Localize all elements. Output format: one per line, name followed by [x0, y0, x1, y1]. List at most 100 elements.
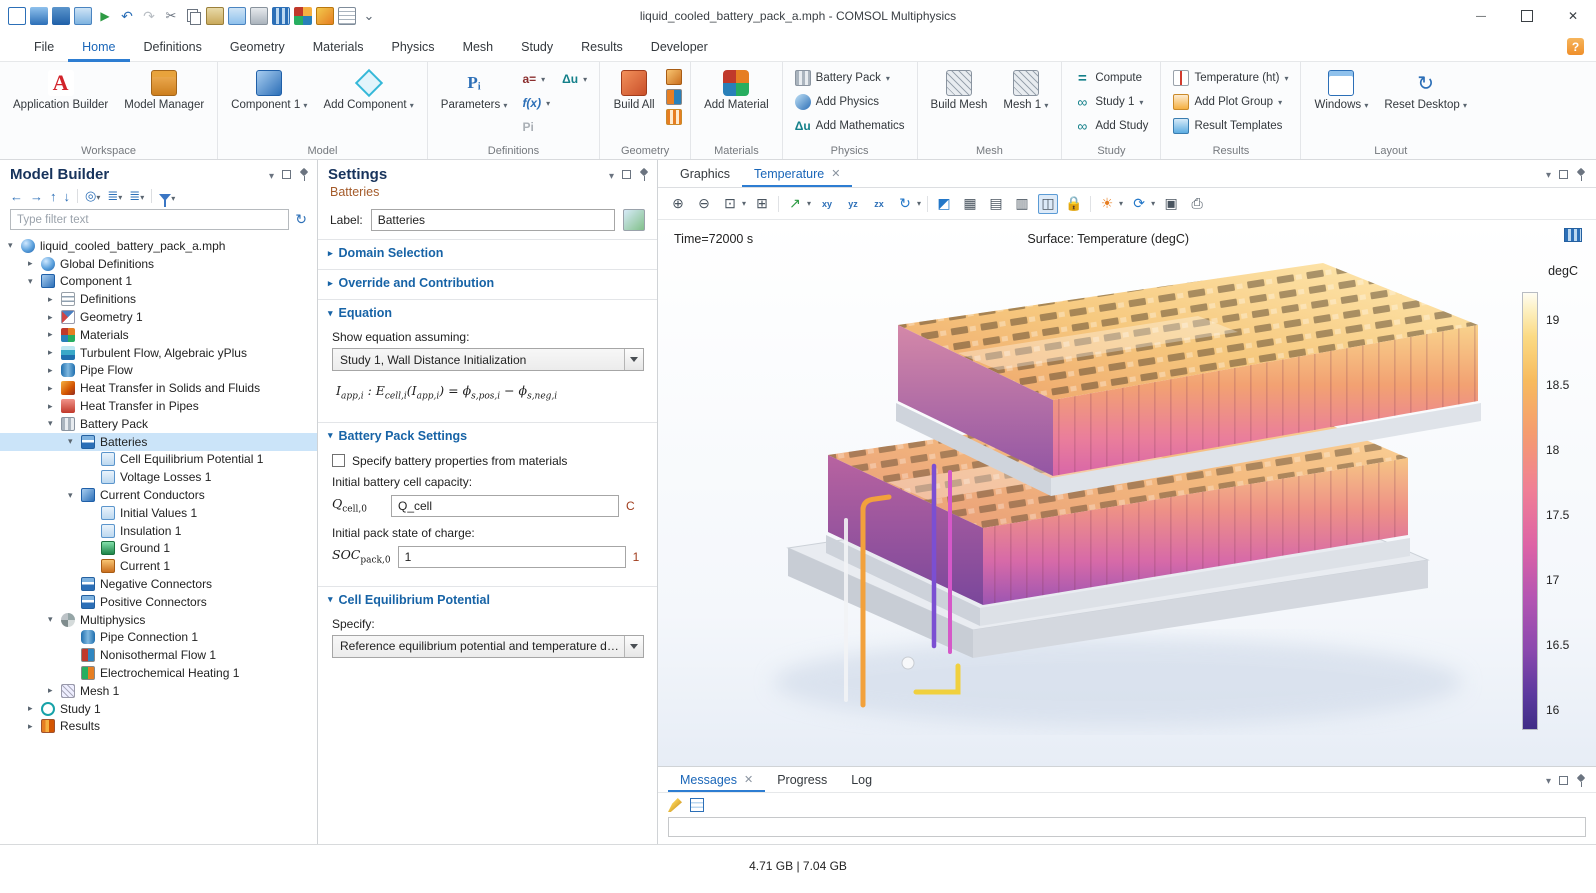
- save-as-icon[interactable]: [74, 7, 92, 25]
- maximize-button[interactable]: [1504, 0, 1550, 32]
- tree-item-ground-1[interactable]: Ground 1: [0, 540, 317, 558]
- table-annotation-icon[interactable]: ▦: [960, 194, 980, 214]
- insert-sequence-icon[interactable]: [666, 69, 682, 85]
- chevron-down-icon[interactable]: [1546, 167, 1551, 181]
- menu-definitions[interactable]: Definitions: [130, 32, 216, 62]
- reset-desktop-button[interactable]: Reset Desktop ▾: [1379, 67, 1472, 115]
- pin-icon[interactable]: [1576, 168, 1586, 181]
- caret-icon[interactable]: [48, 294, 61, 305]
- close-tab-icon[interactable]: ✕: [831, 167, 840, 180]
- tab-progress[interactable]: Progress: [765, 767, 839, 792]
- caret-icon[interactable]: [68, 436, 81, 447]
- help-icon[interactable]: [1567, 38, 1584, 55]
- tree-item-heat-transfer-solids-fluids[interactable]: Heat Transfer in Solids and Fluids: [0, 379, 317, 397]
- pin-icon[interactable]: [1576, 774, 1586, 787]
- add-plot-group-button[interactable]: Add Plot Group▾: [1169, 91, 1292, 113]
- build-mesh-button[interactable]: Build Mesh: [926, 67, 993, 115]
- add-physics-button[interactable]: Add Physics: [791, 91, 909, 113]
- import-geometry-icon[interactable]: [666, 89, 682, 105]
- tree-item-definitions[interactable]: Definitions: [0, 290, 317, 308]
- show-options-icon[interactable]: ◎▾: [85, 188, 100, 204]
- tree-item-current-conductors[interactable]: Current Conductors: [0, 486, 317, 504]
- menu-physics[interactable]: Physics: [377, 32, 448, 62]
- variables-button[interactable]: a=▾: [518, 68, 554, 90]
- caret-icon[interactable]: [48, 685, 61, 696]
- menu-file[interactable]: File: [20, 32, 68, 62]
- tree-item-multiphysics[interactable]: Multiphysics: [0, 611, 317, 629]
- copy-icon[interactable]: [184, 7, 202, 25]
- chevron-down-icon[interactable]: ▾: [917, 199, 921, 208]
- material-library-icon[interactable]: [294, 7, 312, 25]
- caret-icon[interactable]: [48, 365, 61, 376]
- view-yz-icon[interactable]: yz: [843, 194, 863, 214]
- variable-utilities-button[interactable]: Δu▾: [558, 68, 591, 90]
- zoom-extents-icon[interactable]: ⊞: [752, 194, 772, 214]
- add-mathematics-button[interactable]: ΔuAdd Mathematics: [791, 115, 909, 137]
- tree-item-initial-values-1[interactable]: Initial Values 1: [0, 504, 317, 522]
- customize-quick-access-icon[interactable]: [360, 7, 378, 25]
- tree-item-negative-connectors[interactable]: Negative Connectors: [0, 575, 317, 593]
- float-window-icon[interactable]: [622, 170, 631, 179]
- functions-button[interactable]: f(x)▾: [518, 92, 554, 114]
- add-study-button[interactable]: Add Study: [1070, 115, 1152, 137]
- specify-properties-checkbox[interactable]: [332, 454, 345, 467]
- messages-list[interactable]: [668, 817, 1586, 837]
- parameters-button[interactable]: Parameters ▾: [436, 67, 513, 115]
- tree-item-insulation-1[interactable]: Insulation 1: [0, 522, 317, 540]
- float-window-icon[interactable]: [282, 170, 291, 179]
- lock-axes-icon[interactable]: 🔒: [1064, 194, 1084, 214]
- new-file-icon[interactable]: [8, 7, 26, 25]
- cut-icon[interactable]: [162, 7, 180, 25]
- float-window-icon[interactable]: [1559, 170, 1568, 179]
- caret-icon[interactable]: [28, 276, 41, 287]
- print-icon[interactable]: ⎙: [1187, 194, 1207, 214]
- build-all-button[interactable]: Build All: [608, 67, 660, 115]
- scene-light-icon[interactable]: ☀: [1097, 194, 1117, 214]
- soc-input[interactable]: [398, 546, 626, 568]
- add-component-button[interactable]: Add Component ▾: [318, 67, 418, 115]
- tree-item-results[interactable]: Results: [0, 718, 317, 736]
- tree-item-geometry-1[interactable]: Geometry 1: [0, 308, 317, 326]
- zoom-in-icon[interactable]: ⊕: [668, 194, 688, 214]
- view-zx-icon[interactable]: zx: [869, 194, 889, 214]
- undo-icon[interactable]: [118, 7, 136, 25]
- delete-icon[interactable]: [250, 7, 268, 25]
- windows-button[interactable]: Windows ▾: [1309, 67, 1373, 115]
- select-box-icon[interactable]: ◫: [1038, 194, 1058, 214]
- chevron-down-icon[interactable]: [609, 168, 614, 182]
- battery-pack-3d-render[interactable]: [658, 220, 1596, 766]
- model-manager-button[interactable]: Model Manager: [119, 67, 209, 115]
- mesh-1-button[interactable]: Mesh 1 ▾: [998, 67, 1053, 115]
- tree-item-heat-transfer-pipes[interactable]: Heat Transfer in Pipes: [0, 397, 317, 415]
- close-button[interactable]: [1550, 0, 1596, 32]
- transparency-icon[interactable]: ◩: [934, 194, 954, 214]
- graphics-canvas[interactable]: Time=72000 s Surface: Temperature (degC)…: [658, 220, 1596, 766]
- menu-results[interactable]: Results: [567, 32, 637, 62]
- compute-button[interactable]: Compute: [1070, 67, 1152, 89]
- specify-dropdown[interactable]: Reference equilibrium potential and temp…: [332, 635, 644, 658]
- tree-item-positive-connectors[interactable]: Positive Connectors: [0, 593, 317, 611]
- data-view-icon[interactable]: ▥: [1012, 194, 1032, 214]
- menu-geometry[interactable]: Geometry: [216, 32, 299, 62]
- open-file-icon[interactable]: [30, 7, 48, 25]
- forward-arrow-icon[interactable]: →: [30, 189, 43, 204]
- image-snapshot-icon[interactable]: ▣: [1161, 194, 1181, 214]
- plot-properties-icon[interactable]: [1564, 228, 1582, 242]
- view-xy-icon[interactable]: xy: [817, 194, 837, 214]
- label-field-input[interactable]: [371, 209, 616, 231]
- tree-item-root[interactable]: liquid_cooled_battery_pack_a.mph: [0, 237, 317, 255]
- settings-grid-icon[interactable]: [338, 7, 356, 25]
- battery-pack-button[interactable]: Battery Pack▾: [791, 67, 909, 89]
- combo-arrow-icon[interactable]: [624, 636, 643, 657]
- tab-graphics[interactable]: Graphics: [668, 160, 742, 187]
- section-override-contribution[interactable]: ▸Override and Contribution: [318, 269, 657, 295]
- chevron-down-icon[interactable]: [1546, 773, 1551, 787]
- save-icon[interactable]: [52, 7, 70, 25]
- caret-icon[interactable]: [48, 329, 61, 340]
- tree-item-voltage-losses-1[interactable]: Voltage Losses 1: [0, 468, 317, 486]
- refresh-icon[interactable]: [295, 211, 307, 228]
- menu-study[interactable]: Study: [507, 32, 567, 62]
- back-arrow-icon[interactable]: ←: [10, 189, 23, 204]
- chevron-down-icon[interactable]: [269, 168, 274, 182]
- tab-log[interactable]: Log: [839, 767, 884, 792]
